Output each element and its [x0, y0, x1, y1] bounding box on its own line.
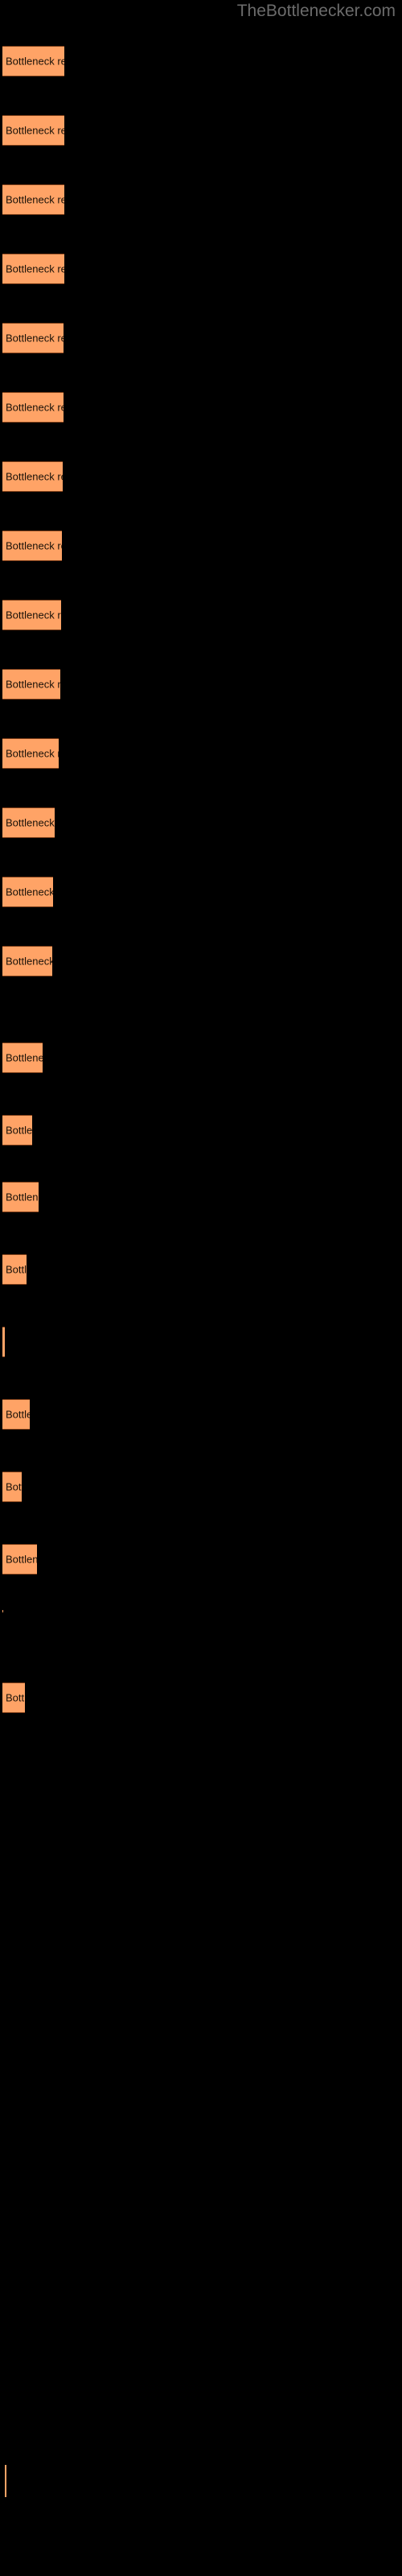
bar-19[interactable]: Bottleneck result: [2, 1399, 30, 1430]
bar-20[interactable]: Bottleneck result: [2, 1472, 22, 1502]
bar-label-9: Bottleneck result: [6, 678, 60, 691]
bar-5[interactable]: Bottleneck result: [2, 392, 64, 423]
bar-label-5: Bottleneck result: [6, 401, 64, 414]
bar-label-23: Bottleneck result: [6, 1691, 25, 1704]
bar-label-0: Bottleneck result: [6, 55, 64, 68]
bar-label-12: Bottleneck result: [6, 886, 53, 898]
bottleneck-bar-chart: TheBottlenecker.com Bottleneck resultBot…: [0, 0, 402, 2576]
bar-13[interactable]: Bottleneck result: [2, 946, 52, 976]
bar-label-19: Bottleneck result: [6, 1408, 30, 1421]
bar-label-8: Bottleneck result: [6, 609, 61, 621]
bar-4[interactable]: Bottleneck result: [2, 323, 64, 353]
bar-11[interactable]: Bottleneck result: [2, 807, 55, 838]
bar-0[interactable]: Bottleneck result: [2, 46, 64, 76]
bar-label-14: Bottleneck result: [6, 1051, 43, 1064]
bar-7[interactable]: Bottleneck result: [2, 530, 62, 561]
bar-label-3: Bottleneck result: [6, 262, 64, 275]
bar-2[interactable]: Bottleneck result: [2, 184, 64, 215]
bar-label-7: Bottleneck result: [6, 539, 62, 552]
bar-label-6: Bottleneck result: [6, 470, 63, 483]
bar-label-4: Bottleneck result: [6, 332, 64, 345]
bar-14[interactable]: Bottleneck result: [2, 1042, 43, 1073]
bar-label-1: Bottleneck result: [6, 124, 64, 137]
bar-9[interactable]: Bottleneck result: [2, 669, 60, 700]
bar-label-20: Bottleneck result: [6, 1480, 22, 1493]
bar-23[interactable]: Bottleneck result: [2, 1682, 25, 1713]
bar-label-21: Bottleneck result: [6, 1553, 37, 1566]
bar-22[interactable]: Bottleneck result: [2, 1610, 3, 1612]
bars-layer: Bottleneck result Bottleneck result Bottle…: [0, 0, 402, 2576]
axis-tick-marker: [5, 2465, 6, 2497]
bar-8[interactable]: Bottleneck result: [2, 600, 61, 630]
bar-18[interactable]: Bottleneck result: [2, 1327, 5, 1357]
bar-label-11: Bottleneck result: [6, 816, 55, 829]
bar-label-16: Bottleneck result: [6, 1191, 39, 1203]
bar-12[interactable]: Bottleneck result: [2, 877, 53, 907]
bar-1[interactable]: Bottleneck result: [2, 115, 64, 146]
bar-10[interactable]: Bottleneck result: [2, 738, 59, 769]
bar-label-13: Bottleneck result: [6, 955, 52, 968]
bar-label-15: Bottleneck result: [6, 1124, 32, 1137]
bar-label-2: Bottleneck result: [6, 193, 64, 206]
bar-16[interactable]: Bottleneck result: [2, 1182, 39, 1212]
bar-6[interactable]: Bottleneck result: [2, 461, 63, 492]
bar-label-17: Bottleneck result: [6, 1263, 27, 1276]
bar-3[interactable]: Bottleneck result: [2, 254, 64, 284]
bar-21[interactable]: Bottleneck result: [2, 1544, 37, 1575]
bar-17[interactable]: Bottleneck result: [2, 1254, 27, 1285]
bar-label-10: Bottleneck result: [6, 747, 59, 760]
bar-15[interactable]: Bottleneck result: [2, 1115, 32, 1146]
